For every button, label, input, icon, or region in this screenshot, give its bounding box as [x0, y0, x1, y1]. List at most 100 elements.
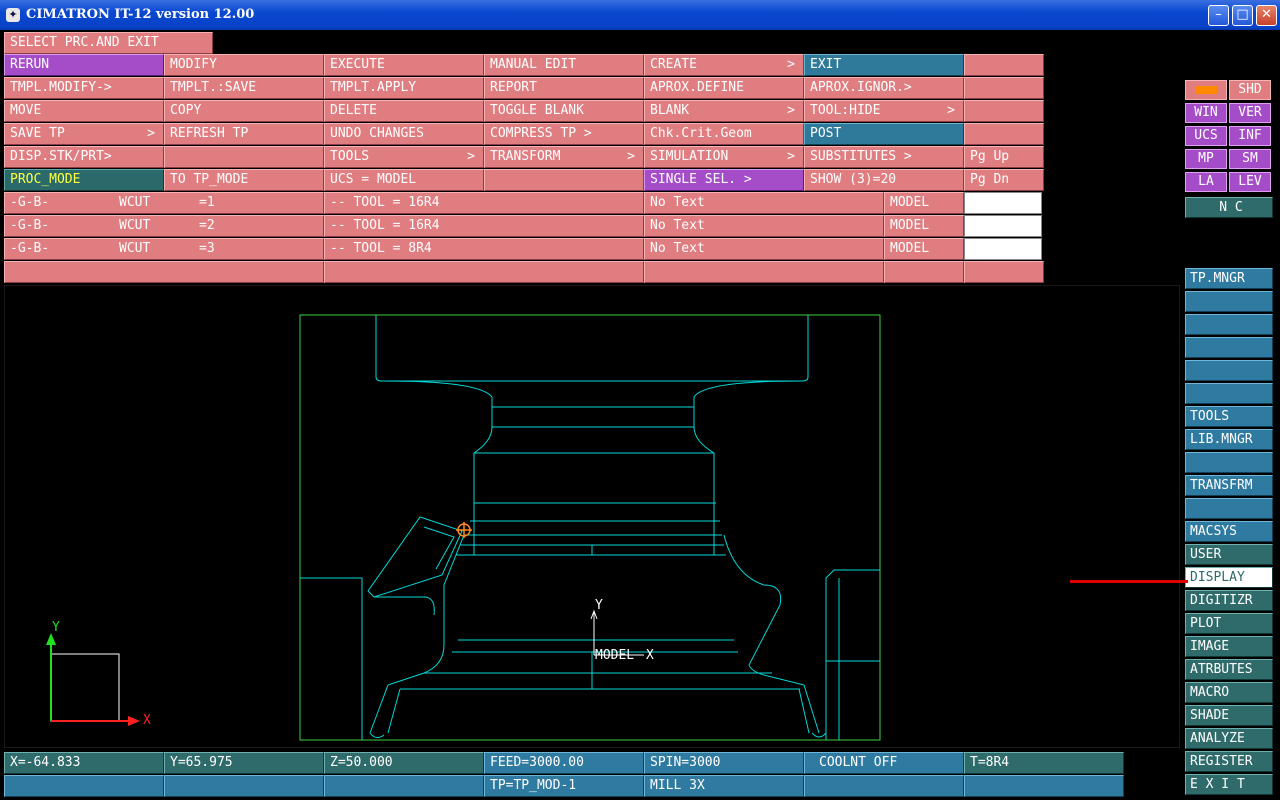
menu-item-chk-crit-geom[interactable]: Chk.Crit.Geom	[644, 123, 804, 145]
menu-item-aprox-define[interactable]: APROX.DEFINE	[644, 77, 804, 99]
menu-item-manual-edit[interactable]: MANUAL EDIT	[484, 54, 644, 76]
proc-name: WCUT	[119, 241, 151, 256]
menu-item-copy[interactable]: COPY	[164, 100, 324, 122]
procedure-tool[interactable]: -- TOOL = 16R4	[324, 192, 644, 214]
menu-item-delete[interactable]: DELETE	[324, 100, 484, 122]
submenu-arrow-icon: >	[787, 149, 795, 164]
minimize-button[interactable]: –	[1208, 5, 1229, 26]
model-label: MODEL	[595, 648, 634, 663]
menu-item-tmplt-save[interactable]: TMPLT.:SAVE	[164, 77, 324, 99]
side-menu-atrbutes[interactable]: ATRBUTES	[1185, 659, 1273, 680]
procedure-space[interactable]: MODEL	[884, 215, 964, 237]
side-menu-lib-mngr[interactable]: LIB.MNGR	[1185, 429, 1273, 450]
menu-item-pg-dn[interactable]: Pg Dn	[964, 169, 1044, 191]
procedure-space[interactable]: MODEL	[884, 238, 964, 260]
close-button[interactable]: ✕	[1256, 5, 1277, 26]
menu-item-undo-changes[interactable]: UNDO CHANGES	[324, 123, 484, 145]
menu-item-modify[interactable]: MODIFY	[164, 54, 324, 76]
menu-item-create[interactable]: CREATE >	[644, 54, 804, 76]
menu-item-execute[interactable]: EXECUTE	[324, 54, 484, 76]
menu-item-disp-stk-prt[interactable]: DISP.STK/PRT>	[4, 146, 164, 168]
procedure-text[interactable]: No Text	[644, 238, 884, 260]
procedure-tool[interactable]: -- TOOL = 8R4	[324, 238, 644, 260]
menu-item-rerun[interactable]: RERUN	[4, 54, 164, 76]
procedure-color-swatch	[964, 215, 1042, 237]
side-menu-macsys[interactable]: MACSYS	[1185, 521, 1273, 542]
side-menu-image[interactable]: IMAGE	[1185, 636, 1273, 657]
menu-item-compress-tp[interactable]: COMPRESS TP >	[484, 123, 644, 145]
menu-item-exit[interactable]: EXIT	[804, 54, 964, 76]
menu-item-ucs-model[interactable]: UCS = MODEL	[324, 169, 484, 191]
menu-item-single-sel[interactable]: SINGLE SEL. >	[644, 169, 804, 191]
menu-item-transform[interactable]: TRANSFORM >	[484, 146, 644, 168]
toolpath-status: TP=TP_MOD-1	[484, 775, 644, 797]
feed-status: FEED=3000.00	[484, 752, 644, 774]
menu-item-proc-mode[interactable]: PROC_MODE	[4, 169, 164, 191]
window-title: CIMATRON IT-12 version 12.00	[26, 7, 255, 22]
side-menu-analyze[interactable]: ANALYZE	[1185, 728, 1273, 749]
color-swatch-icon	[1195, 86, 1217, 94]
quick-button-la[interactable]: LA	[1185, 172, 1227, 192]
spin-status: SPIN=3000	[644, 752, 804, 774]
side-menu-digitizr[interactable]: DIGITIZR	[1185, 590, 1273, 611]
axis-x-label: X	[143, 713, 151, 728]
menu-item-save-tp[interactable]: SAVE TP >	[4, 123, 164, 145]
color-indicator-button[interactable]	[1185, 80, 1227, 100]
quick-button-shd[interactable]: SHD	[1229, 80, 1271, 100]
side-menu-empty	[1185, 314, 1273, 335]
quick-button-lev[interactable]: LEV	[1229, 172, 1271, 192]
menu-item-tmplt-apply[interactable]: TMPLT.APPLY	[324, 77, 484, 99]
nc-button[interactable]: N C	[1185, 197, 1273, 218]
procedure-text[interactable]: No Text	[644, 215, 884, 237]
submenu-arrow-icon: >	[787, 57, 795, 72]
side-menu-macro[interactable]: MACRO	[1185, 682, 1273, 703]
procedure-empty-cell	[324, 261, 644, 283]
menu-item-aprox-ignor[interactable]: APROX.IGNOR.>	[804, 77, 964, 99]
menu-item-empty-3-6	[964, 123, 1044, 145]
menu-item-to-tp-mode[interactable]: TO TP_MODE	[164, 169, 324, 191]
side-menu-transfrm[interactable]: TRANSFRM	[1185, 475, 1273, 496]
proc-name: WCUT	[119, 218, 151, 233]
quick-button-win[interactable]: WIN	[1185, 103, 1227, 123]
side-menu-register[interactable]: REGISTER	[1185, 751, 1273, 772]
side-menu-display[interactable]: DISPLAY	[1185, 567, 1273, 588]
side-menu-plot[interactable]: PLOT	[1185, 613, 1273, 634]
side-menu-shade[interactable]: SHADE	[1185, 705, 1273, 726]
quick-button-ver[interactable]: VER	[1229, 103, 1271, 123]
procedure-row[interactable]: -G-B- WCUT =2	[4, 215, 324, 237]
procedure-tool[interactable]: -- TOOL = 16R4	[324, 215, 644, 237]
menu-item-refresh-tp[interactable]: REFRESH TP	[164, 123, 324, 145]
coolant-status: COOLNT OFF	[804, 752, 964, 774]
quick-button-inf[interactable]: INF	[1229, 126, 1271, 146]
menu-item-tools[interactable]: TOOLS >	[324, 146, 484, 168]
procedure-text[interactable]: No Text	[644, 192, 884, 214]
menu-item-blank[interactable]: BLANK >	[644, 100, 804, 122]
procedure-row[interactable]: -G-B- WCUT =3	[4, 238, 324, 260]
menu-item-show-3-20[interactable]: SHOW (3)=20	[804, 169, 964, 191]
menu-item-simulation[interactable]: SIMULATION >	[644, 146, 804, 168]
menu-item-post[interactable]: POST	[804, 123, 964, 145]
side-menu-user[interactable]: USER	[1185, 544, 1273, 565]
menu-item-tool-hide[interactable]: TOOL:HIDE >	[804, 100, 964, 122]
procedure-color-swatch	[964, 192, 1042, 214]
coord-z: Z=50.000	[324, 752, 484, 774]
quick-button-sm[interactable]: SM	[1229, 149, 1271, 169]
menu-item-toggle-blank[interactable]: TOGGLE BLANK	[484, 100, 644, 122]
menu-item-tmpl-modify[interactable]: TMPL.MODIFY->	[4, 77, 164, 99]
quick-button-ucs[interactable]: UCS	[1185, 126, 1227, 146]
procedure-space[interactable]: MODEL	[884, 192, 964, 214]
proc-group: -G-B-	[10, 218, 50, 233]
menu-item-substitutes[interactable]: SUBSTITUTES >	[804, 146, 964, 168]
menu-item-pg-up[interactable]: Pg Up	[964, 146, 1044, 168]
side-menu-e-x-i-t[interactable]: E X I T	[1185, 774, 1273, 795]
menu-item-empty-1-6	[964, 77, 1044, 99]
side-menu-tp-mngr[interactable]: TP.MNGR	[1185, 268, 1273, 289]
quick-button-mp[interactable]: MP	[1185, 149, 1227, 169]
menu-item-report[interactable]: REPORT	[484, 77, 644, 99]
procedure-row[interactable]: -G-B- WCUT =1	[4, 192, 324, 214]
side-menu-tools[interactable]: TOOLS	[1185, 406, 1273, 427]
maximize-button[interactable]: □	[1232, 5, 1253, 26]
graphics-viewport[interactable]: Y MODEL X Y X	[4, 285, 1180, 748]
menu-item-move[interactable]: MOVE	[4, 100, 164, 122]
app-icon: ✦	[6, 8, 20, 22]
